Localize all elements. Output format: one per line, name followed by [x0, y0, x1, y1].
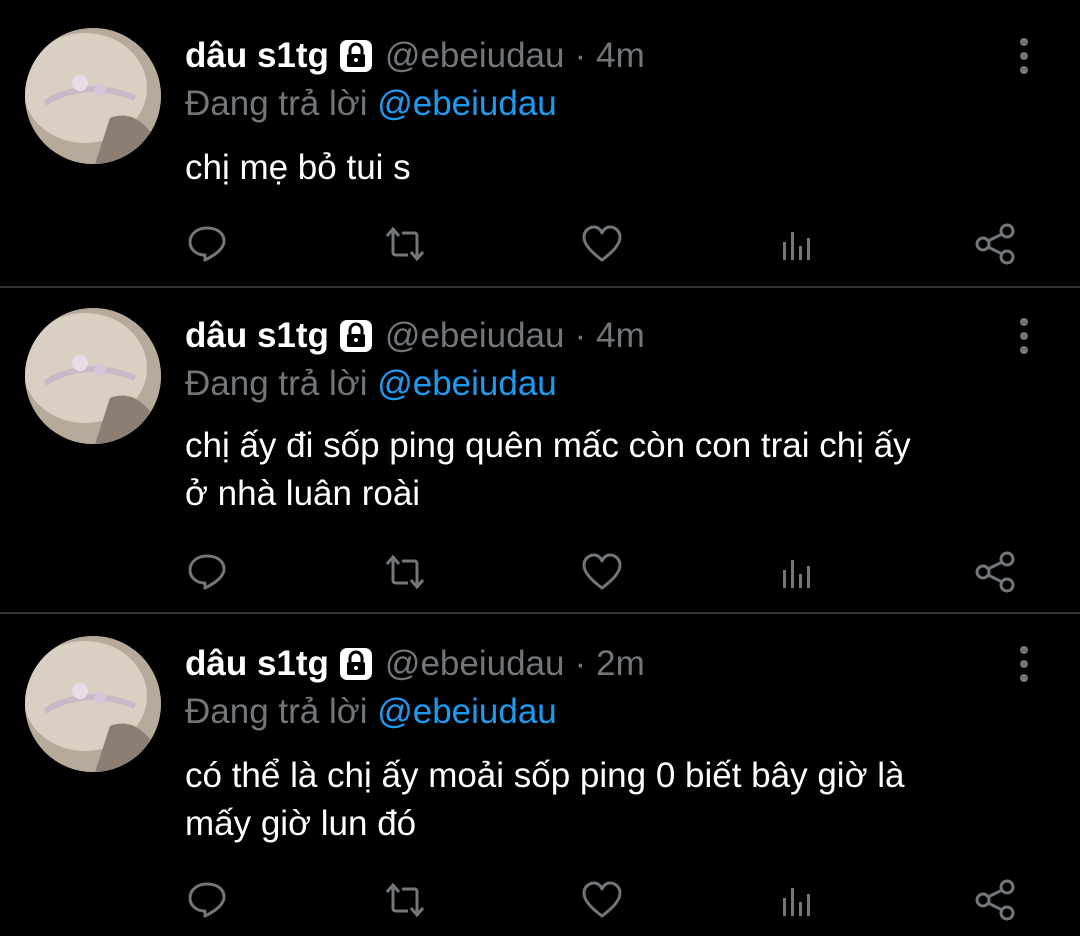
display-name[interactable]: dâu s1tg: [185, 316, 329, 356]
heart-icon[interactable]: [580, 550, 624, 594]
mention-link[interactable]: @ebeiudau: [377, 692, 557, 731]
heart-icon[interactable]: [580, 878, 624, 922]
tweet-text: chị ấy đi sốp ping quên mấc còn con trai…: [185, 422, 1045, 518]
tweet[interactable]: dâu s1tg @ebeiudau · 4m Đang trả lời @eb…: [0, 0, 1080, 286]
replying-to: Đang trả lời @ebeiudau: [185, 692, 557, 732]
analytics-icon[interactable]: [777, 550, 821, 594]
replying-prefix: Đang trả lời: [185, 692, 368, 731]
retweet-icon[interactable]: [383, 550, 427, 594]
replying-prefix: Đang trả lời: [185, 84, 368, 123]
tweet-text-line: chị mẹ bỏ tui s: [185, 148, 411, 187]
lock-icon: [337, 37, 375, 75]
replying-prefix: Đang trả lời: [185, 364, 368, 403]
reply-icon[interactable]: [185, 878, 229, 922]
display-name[interactable]: dâu s1tg: [185, 644, 329, 684]
mention-link[interactable]: @ebeiudau: [377, 364, 557, 403]
reply-icon[interactable]: [185, 222, 229, 266]
share-icon[interactable]: [973, 878, 1017, 922]
tweet[interactable]: dâu s1tg @ebeiudau · 4m Đang trả lời @eb…: [0, 288, 1080, 612]
tweet-text-line: chị ấy đi sốp ping quên mấc còn con trai…: [185, 426, 911, 465]
tweet-text-line: có thể là chị ấy moải sốp ping 0 biết bâ…: [185, 756, 905, 795]
avatar[interactable]: [25, 308, 161, 444]
tweet-text: có thể là chị ấy moải sốp ping 0 biết bâ…: [185, 752, 1045, 848]
retweet-icon[interactable]: [383, 222, 427, 266]
timestamp[interactable]: 4m: [596, 316, 645, 356]
tweet[interactable]: dâu s1tg @ebeiudau · 2m Đang trả lời @eb…: [0, 614, 1080, 936]
reply-icon[interactable]: [185, 550, 229, 594]
separator-dot: ·: [574, 644, 587, 683]
display-name[interactable]: dâu s1tg: [185, 36, 329, 76]
timestamp[interactable]: 4m: [596, 36, 645, 76]
replying-to: Đang trả lời @ebeiudau: [185, 364, 557, 404]
user-handle[interactable]: @ebeiudau: [385, 36, 565, 76]
lock-icon: [337, 317, 375, 355]
tweet-text: chị mẹ bỏ tui s: [185, 144, 1045, 192]
share-icon[interactable]: [973, 222, 1017, 266]
separator-dot: ·: [574, 316, 587, 355]
analytics-icon[interactable]: [777, 222, 821, 266]
analytics-icon[interactable]: [777, 878, 821, 922]
retweet-icon[interactable]: [383, 878, 427, 922]
separator-dot: ·: [574, 36, 587, 75]
action-bar: [185, 222, 1025, 266]
action-bar: [185, 878, 1025, 922]
replying-to: Đang trả lời @ebeiudau: [185, 84, 557, 124]
user-handle[interactable]: @ebeiudau: [385, 316, 565, 356]
more-vertical-icon[interactable]: [1008, 644, 1040, 684]
mention-link[interactable]: @ebeiudau: [377, 84, 557, 123]
action-bar: [185, 550, 1025, 594]
timestamp[interactable]: 2m: [596, 644, 645, 684]
user-handle[interactable]: @ebeiudau: [385, 644, 565, 684]
heart-icon[interactable]: [580, 222, 624, 266]
tweet-text-line: mấy giờ lun đó: [185, 804, 417, 843]
share-icon[interactable]: [973, 550, 1017, 594]
lock-icon: [337, 645, 375, 683]
avatar[interactable]: [25, 636, 161, 772]
avatar[interactable]: [25, 28, 161, 164]
more-vertical-icon[interactable]: [1008, 36, 1040, 76]
more-vertical-icon[interactable]: [1008, 316, 1040, 356]
tweet-text-line: ở nhà luân roài: [185, 474, 421, 513]
